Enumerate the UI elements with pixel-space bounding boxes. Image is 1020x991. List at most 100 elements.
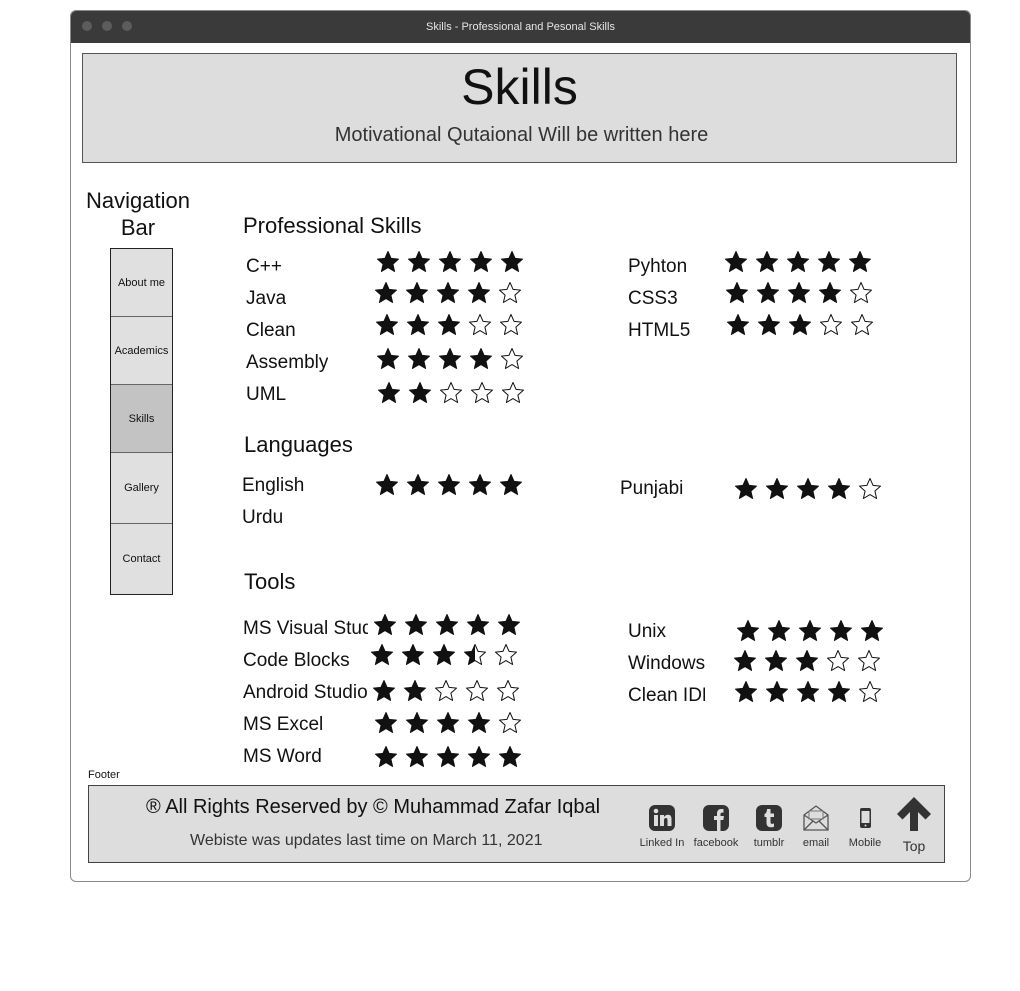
star-rating bbox=[734, 680, 882, 704]
star-filled-icon bbox=[374, 614, 396, 635]
star-filled-icon bbox=[500, 474, 522, 495]
star-empty-icon bbox=[440, 382, 462, 403]
nav-item-about-me[interactable]: About me bbox=[111, 249, 172, 317]
minimize-window-dot[interactable] bbox=[102, 21, 112, 31]
tumblr-link[interactable]: tumblr bbox=[749, 804, 789, 849]
star-rating bbox=[726, 313, 874, 337]
star-filled-icon bbox=[406, 746, 428, 767]
skill-label: C++ bbox=[246, 256, 282, 277]
star-filled-icon bbox=[468, 712, 490, 733]
star-rating bbox=[374, 711, 522, 735]
star-filled-icon bbox=[406, 712, 428, 733]
star-empty-icon bbox=[469, 314, 491, 335]
star-filled-icon bbox=[735, 478, 757, 499]
star-filled-icon bbox=[849, 251, 871, 272]
star-filled-icon bbox=[768, 620, 790, 641]
star-empty-icon bbox=[827, 650, 849, 671]
star-filled-icon bbox=[470, 251, 492, 272]
star-filled-icon bbox=[404, 680, 426, 701]
star-filled-icon bbox=[439, 251, 461, 272]
skill-label: Unix bbox=[628, 621, 667, 642]
footer-caption: Footer bbox=[88, 769, 120, 781]
star-rating bbox=[373, 613, 521, 637]
facebook-icon bbox=[703, 805, 729, 831]
star-filled-icon bbox=[788, 282, 810, 303]
nav-item-contact[interactable]: Contact bbox=[111, 524, 172, 594]
navigation-bar: About me Academics Skills Gallery Contac… bbox=[110, 248, 173, 595]
skill-label: Pyhton bbox=[628, 256, 688, 277]
page-header: Skills Motivational Qutaional Will be wr… bbox=[82, 53, 957, 163]
window-title: Skills - Professional and Pesonal Skills bbox=[426, 21, 615, 33]
star-filled-icon bbox=[501, 251, 523, 272]
email-icon bbox=[803, 805, 829, 831]
star-rating bbox=[375, 473, 523, 497]
skill-label: Clean bbox=[246, 320, 296, 341]
skill-label: CSS3 bbox=[628, 288, 678, 309]
tumblr-label: tumblr bbox=[753, 837, 785, 849]
star-filled-icon bbox=[797, 681, 819, 702]
star-rating bbox=[374, 745, 522, 769]
star-empty-icon bbox=[471, 382, 493, 403]
star-filled-icon bbox=[819, 282, 841, 303]
nav-item-academics[interactable]: Academics bbox=[111, 317, 172, 385]
star-filled-icon bbox=[376, 314, 398, 335]
skill-label: Assembly bbox=[246, 352, 329, 373]
mobile-link[interactable]: Mobile bbox=[844, 804, 886, 849]
nav-item-skills[interactable]: Skills bbox=[111, 385, 172, 453]
star-empty-icon bbox=[501, 348, 523, 369]
skill-label: MS Excel bbox=[243, 714, 324, 735]
email-link[interactable]: email bbox=[797, 804, 835, 849]
star-rating bbox=[370, 643, 518, 667]
skill-label: Windows bbox=[628, 653, 706, 674]
star-empty-icon bbox=[850, 282, 872, 303]
skill-label: Clean IDE bbox=[628, 685, 705, 706]
skill-label: Code Blocks bbox=[243, 650, 350, 671]
page-footer: ® All Rights Reserved by © Muhammad Zafa… bbox=[88, 785, 945, 863]
star-filled-icon bbox=[766, 478, 788, 499]
star-filled-icon bbox=[756, 251, 778, 272]
skill-label: UML bbox=[246, 384, 287, 405]
star-rating bbox=[376, 347, 524, 371]
page-title: Skills bbox=[461, 59, 578, 115]
nav-item-gallery[interactable]: Gallery bbox=[111, 453, 172, 524]
mobile-label: Mobile bbox=[848, 837, 882, 849]
star-filled-icon bbox=[406, 282, 428, 303]
back-to-top-button[interactable]: Top bbox=[894, 794, 934, 854]
star-filled-icon bbox=[371, 644, 393, 665]
star-rating bbox=[374, 281, 522, 305]
star-filled-icon bbox=[437, 746, 459, 767]
star-filled-icon bbox=[499, 746, 521, 767]
star-filled-icon bbox=[438, 474, 460, 495]
star-empty-icon bbox=[499, 282, 521, 303]
star-filled-icon bbox=[402, 644, 424, 665]
skill-label: Java bbox=[246, 288, 287, 309]
star-empty-icon bbox=[859, 681, 881, 702]
star-filled-icon bbox=[735, 681, 757, 702]
star-rating bbox=[736, 619, 884, 643]
skill-label: Urdu bbox=[242, 507, 284, 528]
maximize-window-dot[interactable] bbox=[122, 21, 132, 31]
star-filled-icon bbox=[375, 746, 397, 767]
close-window-dot[interactable] bbox=[82, 21, 92, 31]
star-filled-icon bbox=[796, 650, 818, 671]
star-filled-icon bbox=[789, 314, 811, 335]
star-filled-icon bbox=[787, 251, 809, 272]
star-rating bbox=[733, 649, 881, 673]
star-filled-icon bbox=[737, 620, 759, 641]
star-rating bbox=[725, 281, 873, 305]
star-empty-icon bbox=[499, 712, 521, 733]
star-empty-icon bbox=[851, 314, 873, 335]
mobile-icon bbox=[860, 808, 871, 828]
tumblr-icon bbox=[756, 805, 782, 831]
star-rating bbox=[377, 381, 525, 405]
star-filled-icon bbox=[470, 348, 492, 369]
star-half-icon bbox=[464, 644, 486, 665]
star-empty-icon bbox=[500, 314, 522, 335]
star-filled-icon bbox=[407, 474, 429, 495]
linkedin-link[interactable]: Linked In bbox=[638, 804, 686, 849]
facebook-link[interactable]: facebook bbox=[691, 804, 741, 849]
section-title-languages: Languages bbox=[244, 432, 353, 457]
star-filled-icon bbox=[437, 712, 459, 733]
nav-title: Navigation Bar bbox=[86, 188, 190, 240]
star-filled-icon bbox=[469, 474, 491, 495]
